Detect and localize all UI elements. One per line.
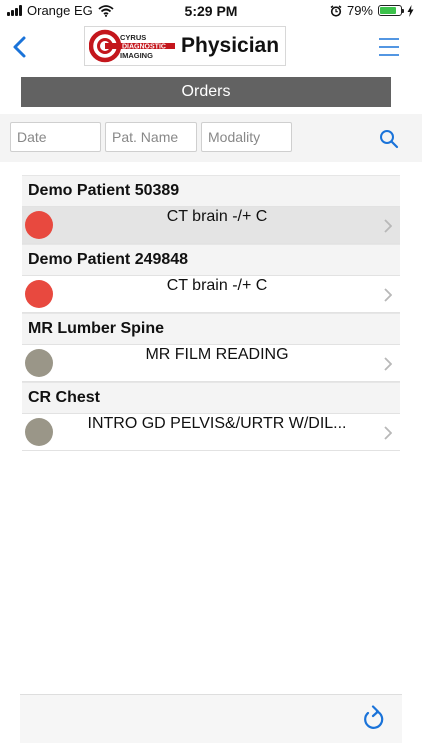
page-title: Orders xyxy=(21,77,391,107)
logo-text-imaging: IMAGING xyxy=(120,51,153,60)
app-logo: CYRUS DIAGNOSTIC IMAGING Physician xyxy=(84,26,286,66)
menu-button[interactable] xyxy=(378,36,400,58)
modality-filter-input[interactable] xyxy=(201,122,292,152)
order-row[interactable]: CT brain -/+ C xyxy=(22,206,400,244)
alarm-icon xyxy=(330,4,342,17)
status-right: 79% xyxy=(330,3,414,18)
battery-percent: 79% xyxy=(346,3,373,18)
order-procedure-label: CT brain -/+ C xyxy=(166,208,268,225)
chevron-right-icon xyxy=(384,288,392,302)
order-status-dot xyxy=(25,418,53,446)
refresh-button[interactable] xyxy=(362,705,386,731)
patient-group-header: Demo Patient 249848 xyxy=(22,244,400,275)
patient-group-header: MR Lumber Spine xyxy=(22,313,400,344)
refresh-icon xyxy=(364,705,384,729)
bottom-toolbar xyxy=(20,694,402,743)
hamburger-menu-icon xyxy=(379,38,399,56)
patient-name-filter-input[interactable] xyxy=(105,122,197,152)
search-button[interactable] xyxy=(378,128,400,150)
date-filter-input[interactable] xyxy=(10,122,101,152)
filter-row xyxy=(0,114,422,162)
battery-fill xyxy=(380,7,396,14)
chevron-right-icon xyxy=(384,426,392,440)
order-procedure-label: INTRO GD PELVIS&/URTR W/DIL... xyxy=(87,415,347,432)
patient-group-header: CR Chest xyxy=(22,382,400,413)
logo-text-cyrus: CYRUS xyxy=(120,33,146,42)
order-row[interactable]: MR FILM READING xyxy=(22,344,400,382)
orders-list: Demo Patient 50389 CT brain -/+ C Demo Pat… xyxy=(22,175,400,451)
app-header: CYRUS DIAGNOSTIC IMAGING Physician xyxy=(0,22,422,72)
status-bar: Orange EG 5:29 PM 79% xyxy=(0,0,422,22)
order-status-dot xyxy=(25,349,53,377)
charging-bolt-icon xyxy=(407,4,414,17)
search-icon xyxy=(380,130,399,149)
order-procedure-label: MR FILM READING xyxy=(145,346,289,363)
cyrus-logo-mark: CYRUS DIAGNOSTIC IMAGING xyxy=(89,29,175,63)
logo-text-diagnostic: DIAGNOSTIC xyxy=(122,43,166,50)
chevron-right-icon xyxy=(384,357,392,371)
chevron-left-icon xyxy=(13,36,26,58)
order-procedure-label: CT brain -/+ C xyxy=(166,277,268,294)
order-row[interactable]: INTRO GD PELVIS&/URTR W/DIL... xyxy=(22,413,400,451)
patient-group-header: Demo Patient 50389 xyxy=(22,175,400,206)
chevron-right-icon xyxy=(384,219,392,233)
app-title: Physician xyxy=(181,34,280,57)
order-row[interactable]: CT brain -/+ C xyxy=(22,275,400,313)
order-status-dot xyxy=(25,280,53,308)
battery-icon xyxy=(378,5,404,16)
order-status-dot xyxy=(25,211,53,239)
back-button[interactable] xyxy=(8,34,34,60)
